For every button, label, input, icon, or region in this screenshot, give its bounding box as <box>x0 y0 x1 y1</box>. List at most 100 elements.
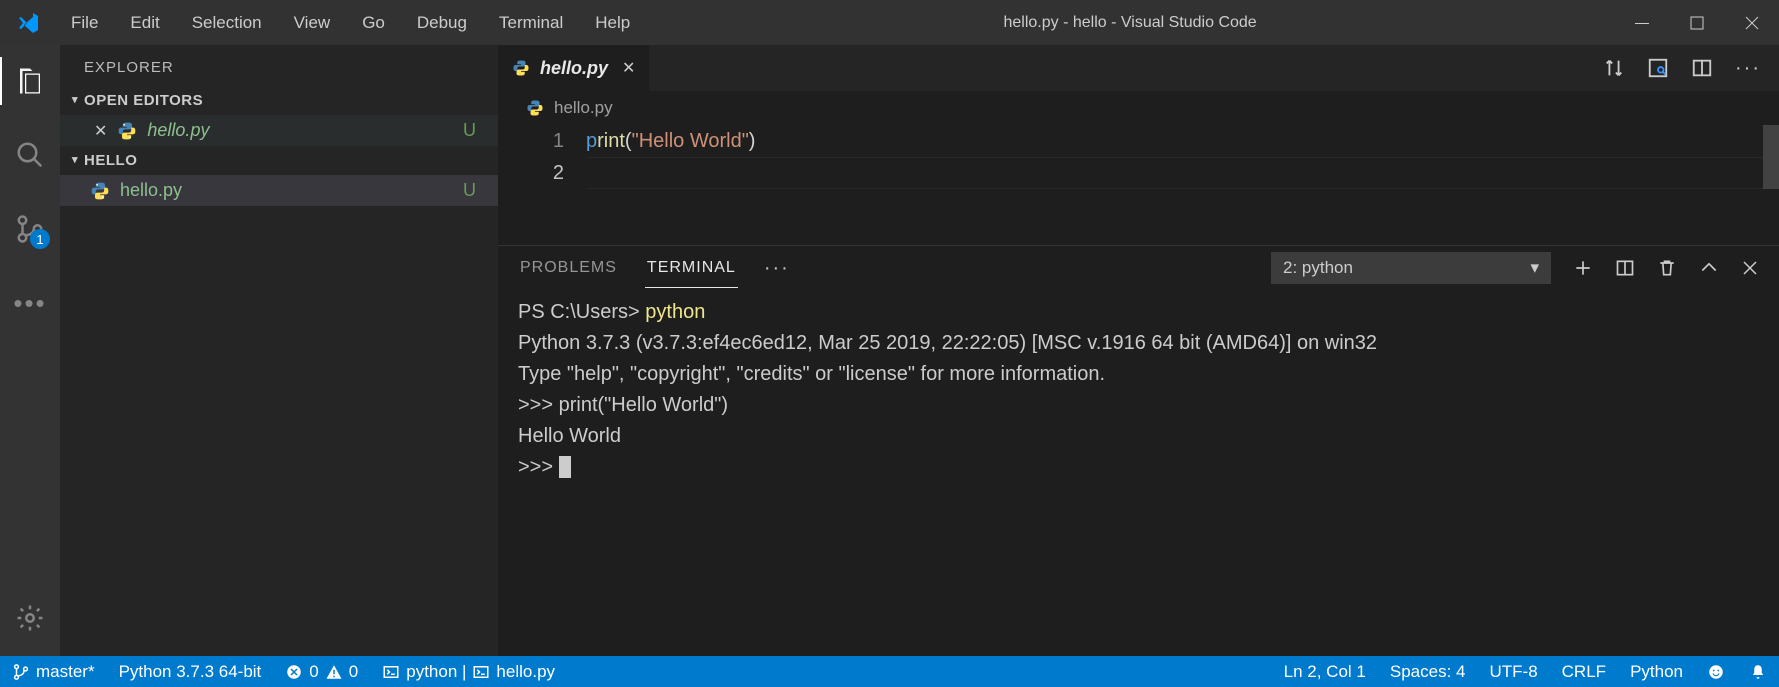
status-warnings: 0 <box>349 662 358 682</box>
status-problems[interactable]: 0 0 <box>273 662 370 682</box>
status-encoding[interactable]: UTF-8 <box>1477 662 1549 682</box>
chevron-down-icon: ▾ <box>72 93 78 106</box>
terminal-select[interactable]: 2: python ▾ <box>1271 252 1551 284</box>
explorer-title: EXPLORER <box>60 45 498 86</box>
close-editor-icon[interactable]: ✕ <box>94 121 107 141</box>
scm-badge: 1 <box>30 229 50 249</box>
code-editor[interactable]: 1 2 print("Hello World") <box>498 125 1779 189</box>
folder-header[interactable]: ▾ HELLO <box>60 146 498 175</box>
split-terminal-icon[interactable] <box>1615 258 1635 278</box>
status-cursor[interactable]: Ln 2, Col 1 <box>1272 662 1378 682</box>
settings-activity-icon[interactable] <box>0 594 60 642</box>
code-token: ) <box>749 130 756 152</box>
open-editor-item[interactable]: ✕ hello.py U <box>60 115 498 146</box>
maximize-button[interactable] <box>1669 0 1724 45</box>
breadcrumb-file: hello.py <box>554 98 613 118</box>
status-indent[interactable]: Spaces: 4 <box>1378 662 1478 682</box>
status-notifications-icon[interactable] <box>1737 662 1779 682</box>
search-activity-icon[interactable] <box>0 131 60 179</box>
open-preview-icon[interactable] <box>1647 57 1669 79</box>
menu-bar: File Edit Selection View Go Debug Termin… <box>55 0 646 45</box>
editor-scrollbar[interactable] <box>1763 125 1779 189</box>
menu-debug[interactable]: Debug <box>401 0 483 45</box>
open-editor-name: hello.py <box>147 120 209 141</box>
new-terminal-icon[interactable] <box>1573 258 1593 278</box>
source-control-activity-icon[interactable]: 1 <box>0 205 60 253</box>
status-bar: master* Python 3.7.3 64-bit 0 0 python |… <box>0 656 1779 687</box>
split-editor-icon[interactable] <box>1691 57 1713 79</box>
git-status-untracked: U <box>463 180 476 201</box>
bottom-panel: PROBLEMS TERMINAL ··· 2: python ▾ PS C:\… <box>498 245 1779 656</box>
window-title: hello.py - hello - Visual Studio Code <box>646 14 1614 32</box>
menu-terminal[interactable]: Terminal <box>483 0 579 45</box>
panel-tabs: PROBLEMS TERMINAL ··· 2: python ▾ <box>498 246 1779 290</box>
terminal-line: Python 3.7.3 (v3.7.3:ef4ec6ed12, Mar 25 … <box>518 332 1377 354</box>
code-token: ( <box>625 130 632 152</box>
more-actions-icon[interactable]: ··· <box>1735 57 1761 80</box>
breadcrumb[interactable]: hello.py <box>498 91 1779 125</box>
terminal-output[interactable]: PS C:\Users> python Python 3.7.3 (v3.7.3… <box>498 290 1779 492</box>
folder-label: HELLO <box>84 152 137 169</box>
status-interpreter[interactable]: Python 3.7.3 64-bit <box>107 662 274 682</box>
panel-more-icon[interactable]: ··· <box>764 257 790 280</box>
git-status-untracked: U <box>463 120 476 141</box>
folder-file-item[interactable]: hello.py U <box>60 175 498 206</box>
minimize-button[interactable] <box>1614 0 1669 45</box>
menu-file[interactable]: File <box>55 0 114 45</box>
activity-bar: 1 ••• <box>0 45 60 656</box>
menu-go[interactable]: Go <box>346 0 401 45</box>
terminal-line: PS C:\Users> <box>518 301 645 323</box>
status-errors: 0 <box>309 662 318 682</box>
status-run-context[interactable]: python | hello.py <box>370 662 567 682</box>
close-tab-icon[interactable]: ✕ <box>622 58 635 78</box>
editor-actions: ··· <box>1603 45 1779 91</box>
status-branch-label: master* <box>36 662 95 682</box>
terminal-command: python <box>645 301 705 323</box>
editor-area: hello.py ✕ ··· hello.py 1 2 <box>498 45 1779 656</box>
line-number: 1 <box>498 125 564 157</box>
current-line-highlight <box>586 157 1779 189</box>
status-eol[interactable]: CRLF <box>1550 662 1618 682</box>
status-run-label: python | <box>406 662 466 682</box>
terminal-prompt: >>> <box>518 456 559 478</box>
status-run-file: hello.py <box>496 662 555 682</box>
terminal-line: Hello World <box>518 425 621 447</box>
folder-file-name: hello.py <box>120 180 182 201</box>
more-activity-icon[interactable]: ••• <box>0 279 60 327</box>
python-file-icon <box>90 181 110 201</box>
kill-terminal-icon[interactable] <box>1657 258 1677 278</box>
panel-tab-terminal[interactable]: TERMINAL <box>645 249 738 288</box>
open-editors-header[interactable]: ▾ OPEN EDITORS <box>60 86 498 115</box>
close-panel-icon[interactable] <box>1741 259 1759 277</box>
status-feedback-icon[interactable] <box>1695 662 1737 682</box>
open-editors-section: ▾ OPEN EDITORS ✕ hello.py U <box>60 86 498 146</box>
python-file-icon <box>117 121 137 141</box>
menu-help[interactable]: Help <box>579 0 646 45</box>
window-controls <box>1614 0 1779 45</box>
explorer-activity-icon[interactable] <box>0 57 60 105</box>
line-number: 2 <box>498 157 564 189</box>
chevron-down-icon: ▾ <box>72 153 78 166</box>
menu-edit[interactable]: Edit <box>114 0 175 45</box>
code-token: p <box>586 130 597 152</box>
menu-view[interactable]: View <box>278 0 347 45</box>
status-branch[interactable]: master* <box>0 662 107 682</box>
status-language[interactable]: Python <box>1618 662 1695 682</box>
code-token: "Hello World" <box>632 130 749 152</box>
editor-tab[interactable]: hello.py ✕ <box>498 45 650 91</box>
compare-changes-icon[interactable] <box>1603 57 1625 79</box>
python-file-icon <box>526 99 544 117</box>
folder-section: ▾ HELLO hello.py U <box>60 146 498 206</box>
editor-tab-name: hello.py <box>540 58 608 79</box>
explorer-sidebar: EXPLORER ▾ OPEN EDITORS ✕ hello.py U ▾ H… <box>60 45 498 656</box>
maximize-panel-icon[interactable] <box>1699 258 1719 278</box>
terminal-cursor <box>559 456 571 478</box>
code-content[interactable]: print("Hello World") <box>586 125 1779 189</box>
menu-selection[interactable]: Selection <box>176 0 278 45</box>
terminal-select-value: 2: python <box>1283 258 1353 278</box>
line-gutter: 1 2 <box>498 125 586 189</box>
terminal-line: >>> print("Hello World") <box>518 394 728 416</box>
code-token: rint <box>597 130 625 152</box>
panel-tab-problems[interactable]: PROBLEMS <box>518 249 619 287</box>
close-button[interactable] <box>1724 0 1779 45</box>
